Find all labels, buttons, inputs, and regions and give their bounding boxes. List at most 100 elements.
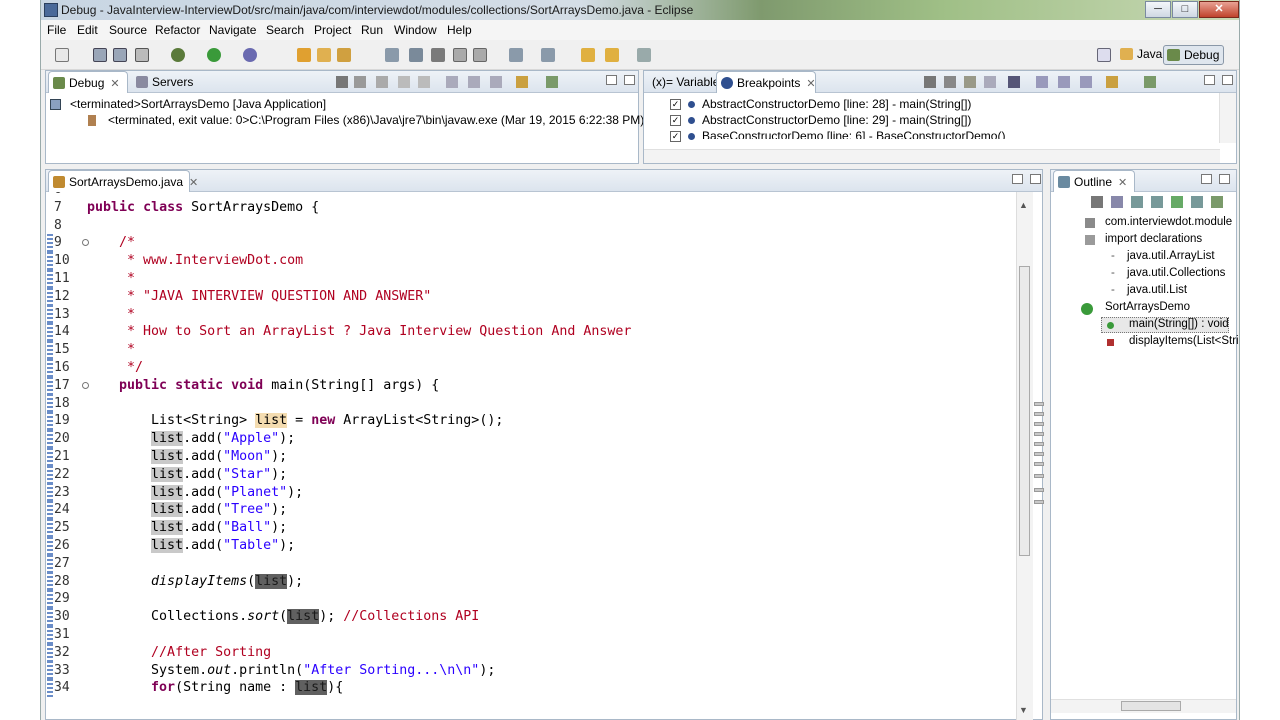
code-line[interactable]: *	[87, 341, 135, 359]
scroll-up-icon[interactable]: ▲	[1019, 200, 1028, 210]
close-icon[interactable]: ✕	[806, 78, 815, 90]
open-perspective-icon[interactable]	[1097, 48, 1111, 62]
java-perspective-button[interactable]: Java	[1117, 45, 1166, 65]
maximize-view-icon[interactable]	[1219, 174, 1230, 184]
open-type-icon[interactable]	[317, 48, 331, 62]
code-line[interactable]: list.add("Star");	[87, 466, 287, 484]
use-step-filters-icon[interactable]	[516, 76, 528, 88]
code-line[interactable]: list.add("Planet");	[87, 484, 303, 502]
overview-ruler-mark[interactable]	[1034, 402, 1044, 406]
debug-icon[interactable]	[171, 48, 185, 62]
outline-item-method-display[interactable]: displayItems(List<Stri	[1129, 335, 1239, 347]
overview-ruler-mark[interactable]	[1034, 488, 1044, 492]
code-line[interactable]: public static void main(String[] args) {	[87, 377, 439, 395]
overview-ruler-mark[interactable]	[1034, 412, 1044, 416]
code-line[interactable]: public class SortArraysDemo {	[87, 199, 319, 217]
save-all-icon[interactable]	[113, 48, 127, 62]
hide-static-icon[interactable]	[1151, 196, 1163, 208]
add-exception-breakpoint-icon[interactable]	[1106, 76, 1118, 88]
tab-debug[interactable]: Debug ✕	[48, 71, 128, 93]
breakpoint-item[interactable]: AbstractConstructorDemo [line: 29] - mai…	[702, 113, 971, 127]
breakpoint-checkbox[interactable]: ✓	[670, 131, 681, 142]
minimize-view-icon[interactable]	[606, 75, 617, 85]
suspend-icon[interactable]	[398, 76, 410, 88]
editor-scroll-thumb[interactable]	[1019, 266, 1030, 556]
tab-sortarraysdemo-java[interactable]: SortArraysDemo.java ✕	[48, 170, 198, 192]
remove-breakpoint-icon[interactable]	[924, 76, 936, 88]
tab-variables[interactable]: (x)= Variables	[646, 71, 725, 93]
code-line[interactable]: list.add("Apple");	[87, 430, 295, 448]
menu-window[interactable]: Window	[394, 23, 437, 37]
new-icon[interactable]	[55, 48, 69, 62]
search-icon[interactable]	[385, 48, 399, 62]
code-editor[interactable]: SortArraysDemo.java ✕ 67 public class Sort…	[45, 169, 1044, 720]
close-button[interactable]: ✕	[1199, 1, 1239, 18]
code-line[interactable]: */	[87, 359, 143, 377]
minimize-view-icon[interactable]	[1204, 75, 1215, 85]
scroll-down-icon[interactable]: ▼	[1019, 705, 1028, 715]
prev-annotation-icon[interactable]	[541, 48, 555, 62]
view-menu-icon[interactable]	[546, 76, 558, 88]
maximize-view-icon[interactable]	[1030, 174, 1041, 184]
print-icon[interactable]	[135, 48, 149, 62]
code-line[interactable]: //After Sorting	[87, 644, 271, 662]
coverage-icon[interactable]	[243, 48, 257, 62]
close-icon[interactable]: ✕	[110, 78, 119, 90]
back-icon[interactable]	[581, 48, 595, 62]
view-menu-icon[interactable]	[1211, 196, 1223, 208]
go-to-file-icon[interactable]	[984, 76, 996, 88]
outline-item-imports[interactable]: import declarations	[1105, 233, 1202, 245]
link-with-debug-icon[interactable]	[1080, 76, 1092, 88]
block-select-icon[interactable]	[453, 48, 467, 62]
menu-source[interactable]: Source	[109, 23, 147, 37]
close-icon[interactable]: ✕	[189, 177, 198, 189]
code-line[interactable]: * "JAVA INTERVIEW QUESTION AND ANSWER"	[87, 288, 431, 306]
next-annotation-icon[interactable]	[509, 48, 523, 62]
code-line[interactable]: Collections.sort(list); //Collections AP…	[87, 608, 479, 626]
close-icon[interactable]: ✕	[1118, 177, 1127, 189]
code-line[interactable]: List<String> list = new ArrayList<String…	[87, 412, 503, 430]
code-line[interactable]: * How to Sort an ArrayList ? Java Interv…	[87, 323, 631, 341]
code-line[interactable]: /*	[87, 234, 135, 252]
outline-item-package[interactable]: com.interviewdot.module	[1105, 216, 1232, 228]
editor-vscrollbar[interactable]: ▲ ▼	[1016, 192, 1033, 720]
code-line[interactable]: System.out.println("After Sorting...\n\n…	[87, 662, 495, 680]
outline-item-method-main[interactable]: main(String[]) : void	[1129, 318, 1229, 330]
step-over-icon[interactable]	[468, 76, 480, 88]
save-icon[interactable]	[93, 48, 107, 62]
debug-perspective-button[interactable]: Debug	[1163, 45, 1225, 65]
code-line[interactable]: *	[87, 270, 135, 288]
code-line[interactable]: list.add("Table");	[87, 537, 295, 555]
menu-edit[interactable]: Edit	[77, 23, 98, 37]
skip-all-breakpoints-icon[interactable]	[1008, 76, 1020, 88]
step-return-icon[interactable]	[490, 76, 502, 88]
show-whitespace-icon[interactable]	[473, 48, 487, 62]
overview-ruler-mark[interactable]	[1034, 432, 1044, 436]
step-into-icon[interactable]	[446, 76, 458, 88]
overview-ruler-mark[interactable]	[1034, 442, 1044, 446]
code-line[interactable]: list.add("Tree");	[87, 501, 287, 519]
remove-all-breakpoints-icon[interactable]	[944, 76, 956, 88]
collapse-all-icon[interactable]	[1058, 76, 1070, 88]
menu-navigate[interactable]: Navigate	[209, 23, 256, 37]
hide-fields-icon[interactable]	[1131, 196, 1143, 208]
code-line[interactable]: for(String name : list){	[87, 679, 343, 697]
menu-file[interactable]: File	[47, 23, 66, 37]
debug-launch-item[interactable]: <terminated>SortArraysDemo [Java Applica…	[50, 97, 326, 111]
forward-icon[interactable]	[637, 48, 651, 62]
menu-help[interactable]: Help	[447, 23, 472, 37]
remove-terminated-icon[interactable]	[336, 76, 348, 88]
menu-project[interactable]: Project	[314, 23, 351, 37]
overview-ruler-mark[interactable]	[1034, 462, 1044, 466]
code-line[interactable]: *	[87, 306, 135, 324]
show-supported-icon[interactable]	[964, 76, 976, 88]
minimize-button[interactable]: ─	[1145, 1, 1171, 18]
toggle-mark-icon[interactable]	[431, 48, 445, 62]
code-line[interactable]: list.add("Ball");	[87, 519, 287, 537]
breakpoints-vscrollbar[interactable]	[1219, 93, 1236, 143]
breakpoint-item[interactable]: BaseConstructorDemo [line: 6] - BaseCons…	[702, 129, 1005, 139]
external-tools-icon[interactable]	[297, 48, 311, 62]
overview-ruler-mark[interactable]	[1034, 422, 1044, 426]
debug-process-item[interactable]: <terminated, exit value: 0>C:\Program Fi…	[88, 113, 644, 127]
maximize-view-icon[interactable]	[624, 75, 635, 85]
